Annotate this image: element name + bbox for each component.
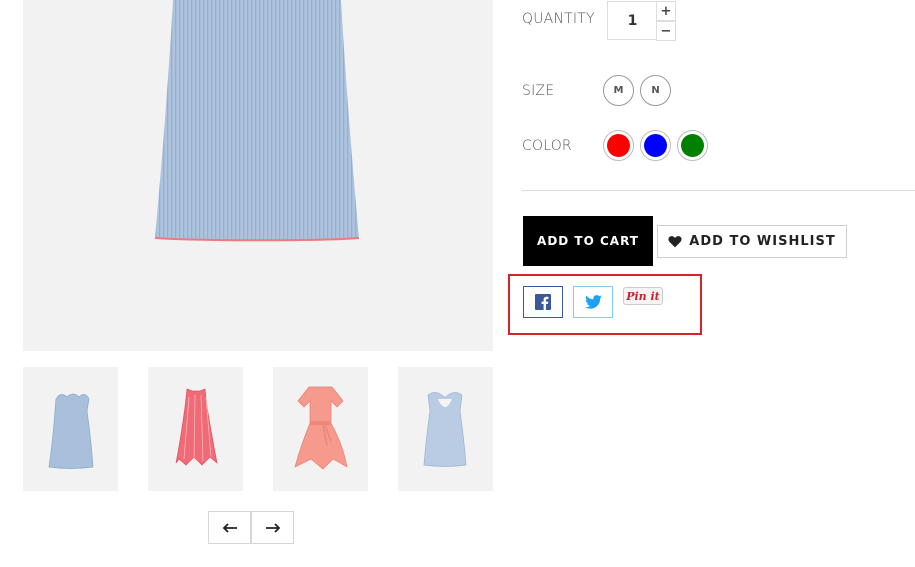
arrow-right-icon: [265, 522, 280, 533]
heart-icon: [668, 236, 682, 248]
carousel-next-button[interactable]: [251, 511, 294, 544]
quantity-increment-button[interactable]: +: [656, 1, 676, 21]
thumbnail-strip: [23, 367, 493, 491]
carousel-prev-button[interactable]: [208, 511, 251, 544]
color-option-green[interactable]: [677, 130, 708, 161]
divider: [522, 190, 915, 191]
add-to-cart-button[interactable]: ADD TO CART: [523, 216, 653, 266]
thumbnail-1[interactable]: [23, 367, 118, 491]
pink-stripe-dress-thumb-icon: [175, 388, 218, 466]
size-option-m[interactable]: M: [603, 75, 634, 106]
arrow-left-icon: [222, 522, 237, 533]
twitter-icon: [584, 295, 602, 309]
size-label: SIZE: [522, 83, 555, 99]
main-product-image: [23, 0, 493, 351]
quantity-input[interactable]: 1: [607, 1, 657, 40]
facebook-icon: [535, 294, 551, 310]
blue-back-dress-thumb-icon: [423, 392, 467, 467]
color-swatch-green: [681, 134, 704, 157]
add-to-wishlist-button[interactable]: ADD TO WISHLIST: [657, 225, 847, 258]
dress-image: [154, 0, 360, 242]
color-swatch-blue: [644, 134, 667, 157]
add-to-wishlist-label: ADD TO WISHLIST: [689, 234, 836, 249]
color-option-red[interactable]: [603, 130, 634, 161]
thumbnail-3[interactable]: [273, 367, 368, 491]
quantity-label: QUANTITY: [522, 11, 595, 27]
facebook-share-button[interactable]: [523, 286, 563, 318]
color-option-blue[interactable]: [640, 130, 671, 161]
color-label: COLOR: [522, 138, 572, 154]
twitter-share-button[interactable]: [573, 286, 613, 318]
pinterest-pin-button[interactable]: Pin it: [623, 287, 663, 305]
thumbnail-2[interactable]: [148, 367, 243, 491]
quantity-decrement-button[interactable]: −: [656, 21, 676, 41]
thumbnail-4[interactable]: [398, 367, 493, 491]
coral-wrap-dress-thumb-icon: [294, 386, 348, 470]
blue-ruffle-dress-thumb-icon: [48, 393, 94, 469]
size-option-n[interactable]: N: [640, 75, 671, 106]
color-swatch-red: [607, 134, 630, 157]
